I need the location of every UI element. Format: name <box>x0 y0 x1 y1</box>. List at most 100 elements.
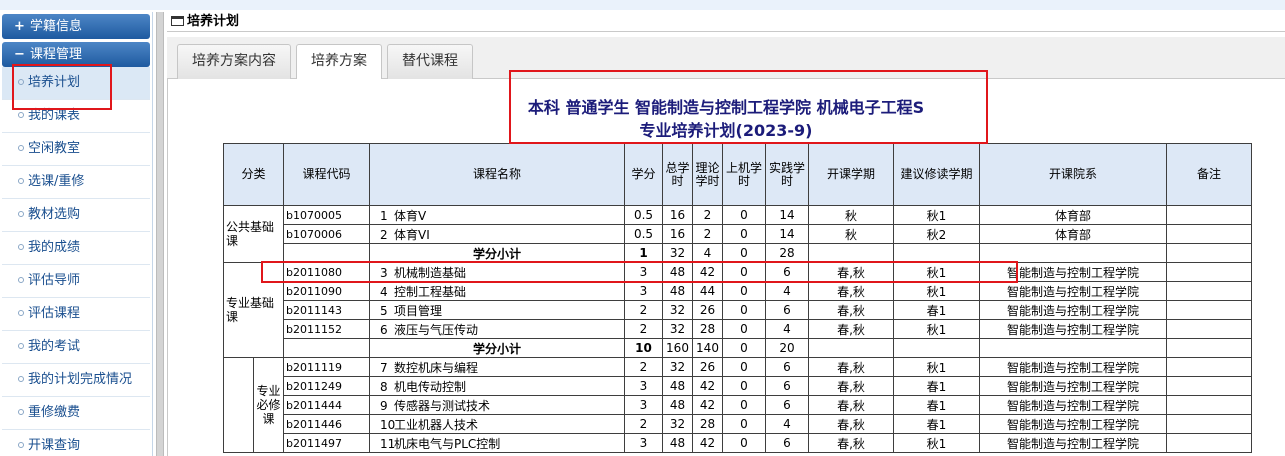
tab-substitute-courses[interactable]: 替代课程 <box>387 44 473 79</box>
cell-credit: 2 <box>624 300 663 320</box>
cell-credit: 3 <box>624 376 663 396</box>
course-no: 3 <box>380 265 388 280</box>
cell-theory: 42 <box>692 395 723 415</box>
cell-term: 春,秋 <box>808 319 894 339</box>
sidebar-item-textbook[interactable]: 教材选购 <box>2 199 150 232</box>
sidebar-item-retake-payment[interactable]: 重修缴费 <box>2 397 150 430</box>
cell-practice: 6 <box>765 300 809 320</box>
plan-title: 本科 普通学生 智能制造与控制工程学院 机械电子工程S 专业培养计划(2023-… <box>167 96 1285 142</box>
cell-suggest: 春1 <box>893 300 980 320</box>
bullet-icon <box>18 441 24 448</box>
cell-total: 32 <box>662 319 693 339</box>
course-name-text: 机械制造基础 <box>394 265 467 280</box>
course-name: 4 控制工程基础 <box>369 281 625 301</box>
cell-practice: 4 <box>765 414 809 434</box>
sidebar-item-label: 培养计划 <box>28 75 81 90</box>
sidebar-item-my-schedule[interactable]: 我的课表 <box>2 100 150 133</box>
cell-practice: 6 <box>765 357 809 377</box>
subtotal-total: 32 <box>662 243 693 263</box>
course-name: 9 传感器与测试技术 <box>369 395 625 415</box>
cell-suggest: 秋1 <box>893 262 980 282</box>
header-suggest-term: 建议修读学期 <box>893 143 980 206</box>
course-code: b1070005 <box>283 205 370 225</box>
cell-theory: 28 <box>692 414 723 434</box>
sidebar-group-student-info[interactable]: + 学籍信息 <box>2 14 150 39</box>
cell-total: 48 <box>662 433 693 453</box>
cell-computer: 0 <box>722 262 766 282</box>
sidebar-item-course-selection[interactable]: 选课/重修 <box>2 166 150 199</box>
panel-splitter[interactable] <box>156 12 164 456</box>
cell-note <box>1166 262 1252 282</box>
subtotal-row: 学分小计 1 32 4 0 28 <box>224 243 1252 263</box>
cell-credit: 3 <box>624 433 663 453</box>
course-code: b1070006 <box>283 224 370 244</box>
tab-plan[interactable]: 培养方案 <box>296 44 382 80</box>
sidebar-item-free-classroom[interactable]: 空闲教室 <box>2 133 150 166</box>
course-no: 1 <box>380 208 388 223</box>
table-row: b1070006 2 体育VI 0.5 16 2 0 14 秋秋2 体育部 <box>224 224 1252 244</box>
cell-term: 春,秋 <box>808 376 894 396</box>
header-total-hours: 总学时 <box>662 143 693 206</box>
plan-title-line2: 专业培养计划(2023-9) <box>639 121 813 140</box>
cell-term: 春,秋 <box>808 262 894 282</box>
header-code: 课程代码 <box>283 143 370 206</box>
cell-note <box>1166 395 1252 415</box>
course-no: 5 <box>380 303 388 318</box>
cell-suggest: 秋1 <box>893 205 980 225</box>
course-name: 5 项目管理 <box>369 300 625 320</box>
cell-dept: 智能制造与控制工程学院 <box>979 414 1167 434</box>
cell-credit: 3 <box>624 281 663 301</box>
cell-computer: 0 <box>722 395 766 415</box>
sidebar-item-evaluate-tutor[interactable]: 评估导师 <box>2 265 150 298</box>
cell-dept: 智能制造与控制工程学院 <box>979 281 1167 301</box>
cell-term: 春,秋 <box>808 281 894 301</box>
course-no: 8 <box>380 379 388 394</box>
category-public: 公共基础课 <box>223 205 284 263</box>
tab-plan-content[interactable]: 培养方案内容 <box>177 44 291 79</box>
header-name: 课程名称 <box>369 143 625 206</box>
cell-practice: 14 <box>765 205 809 225</box>
cell-theory: 28 <box>692 319 723 339</box>
cell-credit: 2 <box>624 357 663 377</box>
course-name-text: 传感器与测试技术 <box>394 398 491 413</box>
table-header-row: 分类 课程代码 课程名称 学分 总学时 理论学时 上机学时 实践学时 开课学期 … <box>223 143 1252 206</box>
cell-suggest: 秋1 <box>893 433 980 453</box>
cell-practice: 4 <box>765 319 809 339</box>
subtotal-credit: 1 <box>624 243 663 263</box>
cell-dept: 智能制造与控制工程学院 <box>979 395 1167 415</box>
sidebar-item-training-plan[interactable]: 培养计划 <box>2 67 150 100</box>
subtotal-practice: 20 <box>765 338 809 358</box>
sidebar-group-course-management[interactable]: − 课程管理 <box>2 42 150 67</box>
sidebar-item-evaluate-course[interactable]: 评估课程 <box>2 298 150 331</box>
sidebar-item-course-query[interactable]: 开课查询 <box>2 430 150 456</box>
course-code: b2011090 <box>283 281 370 301</box>
header-computer-hours: 上机学时 <box>722 143 766 206</box>
bullet-icon <box>18 408 24 415</box>
bullet-icon <box>18 177 24 184</box>
course-name: 6 液压与气压传动 <box>369 319 625 339</box>
sidebar-item-my-exams[interactable]: 我的考试 <box>2 331 150 364</box>
cell-total: 48 <box>662 262 693 282</box>
subtotal-label: 学分小计 <box>369 338 625 358</box>
sidebar-item-my-grades[interactable]: 我的成绩 <box>2 232 150 265</box>
course-code: b2011080 <box>283 262 370 282</box>
sidebar-item-label: 重修缴费 <box>28 405 81 420</box>
sidebar-item-plan-completion[interactable]: 我的计划完成情况 <box>2 364 150 397</box>
cell-computer: 0 <box>722 357 766 377</box>
course-no: 11 <box>380 436 396 451</box>
course-name-text: 控制工程基础 <box>394 284 467 299</box>
course-code: b2011497 <box>283 433 370 453</box>
cell-note <box>1166 319 1252 339</box>
cell-dept: 智能制造与控制工程学院 <box>979 262 1167 282</box>
course-code: b2011143 <box>283 300 370 320</box>
cell-total: 32 <box>662 357 693 377</box>
cell-computer: 0 <box>722 319 766 339</box>
sidebar-item-label: 开课查询 <box>28 438 81 453</box>
cell-term: 春,秋 <box>808 395 894 415</box>
subtotal-row: 学分小计 10 160 140 0 20 <box>224 338 1252 358</box>
cell-dept: 智能制造与控制工程学院 <box>979 319 1167 339</box>
main-panel: 培养计划 培养方案内容 培养方案 替代课程 本科 普通学生 智能制造与控制工程学… <box>167 12 1285 456</box>
cell-theory: 2 <box>692 224 723 244</box>
subtotal-practice: 28 <box>765 243 809 263</box>
course-code: b2011152 <box>283 319 370 339</box>
